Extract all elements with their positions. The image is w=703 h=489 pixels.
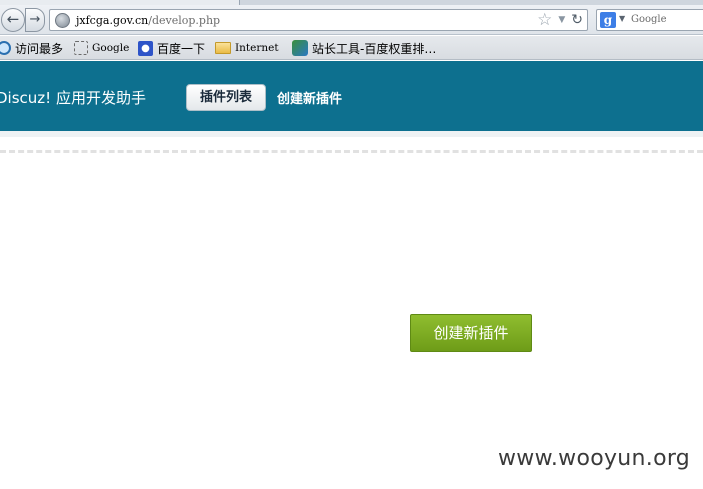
blank-page-icon	[74, 41, 88, 55]
globe-icon	[55, 13, 70, 28]
site-icon	[292, 40, 308, 56]
bookmark-webmaster-tools[interactable]: 站长工具-百度权重排…	[292, 40, 436, 56]
bookmarks-toolbar: 访问最多 Google ● 百度一下 Internet 站长工具-百度权重排…	[0, 36, 703, 60]
bookmark-label: Google	[92, 42, 130, 54]
forward-arrow-icon[interactable]: →	[25, 8, 45, 32]
navigation-toolbar: ← → jxfcga.gov.cn/develop.php ☆ ▼ ↻ g ▼ …	[0, 5, 703, 35]
google-icon[interactable]: g	[600, 12, 616, 28]
app-title: Discuz! 应用开发助手	[0, 89, 146, 107]
bookmark-label: 站长工具-百度权重排…	[312, 41, 437, 56]
bookmark-google[interactable]: Google	[74, 40, 129, 56]
address-bar[interactable]: jxfcga.gov.cn/develop.php ☆ ▼ ↻	[49, 9, 588, 31]
baidu-paw-icon: ●	[138, 40, 153, 56]
create-plugin-button[interactable]: 创建新插件	[410, 314, 532, 352]
chevron-down-icon[interactable]: ▼	[558, 15, 565, 25]
bookmark-baidu[interactable]: ● 百度一下	[138, 40, 205, 56]
search-engine-dropdown-icon[interactable]: ▼	[619, 14, 625, 23]
tab-create-plugin[interactable]: 创建新插件	[277, 88, 342, 107]
header-divider	[0, 131, 703, 137]
tab-plugin-list[interactable]: 插件列表	[186, 84, 266, 111]
app-header: Discuz! 应用开发助手 插件列表 创建新插件	[0, 61, 703, 131]
back-arrow-icon[interactable]: ←	[1, 8, 25, 32]
bookmark-most-visited[interactable]: 访问最多	[0, 40, 63, 56]
url-text[interactable]: jxfcga.gov.cn/develop.php	[76, 13, 220, 28]
watermark: www.wooyun.org	[498, 446, 691, 471]
bookmark-label: 访问最多	[15, 41, 64, 56]
search-box[interactable]: g ▼ Google	[596, 9, 703, 31]
url-path: /develop.php	[148, 14, 221, 27]
folder-icon	[215, 42, 231, 54]
dashed-divider	[0, 150, 703, 153]
bookmark-label: Internet	[235, 42, 279, 54]
reload-icon[interactable]: ↻	[571, 12, 583, 28]
bookmark-internet-folder[interactable]: Internet	[215, 40, 279, 56]
bookmark-label: 百度一下	[157, 41, 206, 56]
search-placeholder[interactable]: Google	[631, 14, 667, 25]
address-bar-actions: ☆ ▼ ↻	[537, 10, 583, 30]
star-icon[interactable]: ☆	[537, 10, 552, 30]
url-host: jxfcga.gov.cn	[76, 14, 149, 27]
magnifier-icon	[0, 41, 11, 55]
